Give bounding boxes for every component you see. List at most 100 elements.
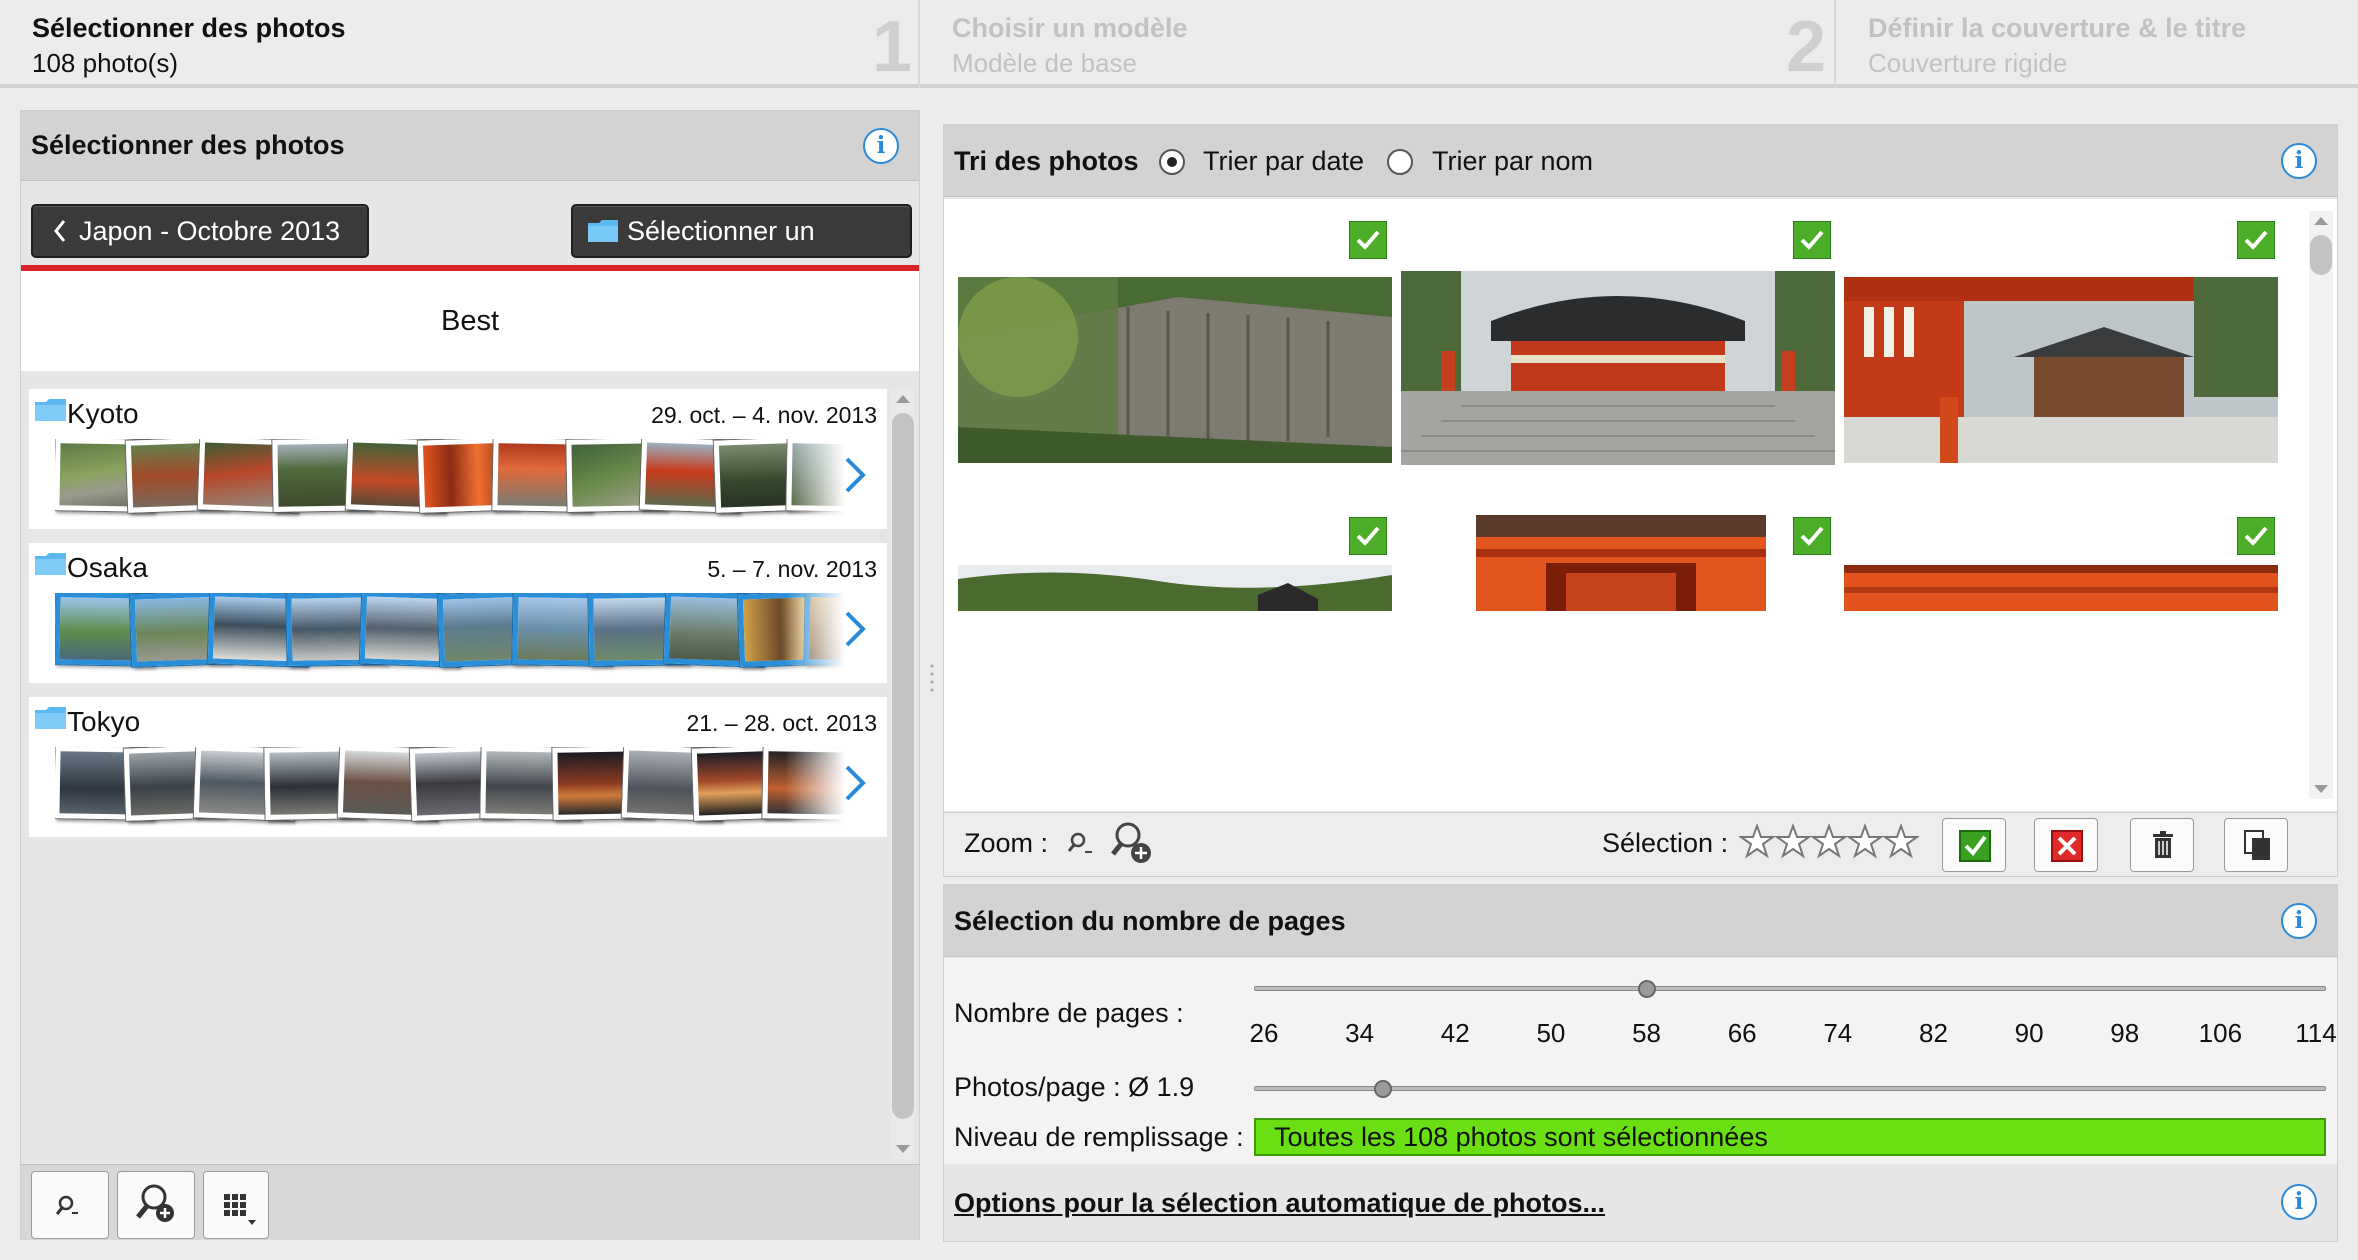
- star-icon[interactable]: [1739, 823, 1919, 859]
- step-title: Définir la couverture & le titre: [1868, 13, 2247, 43]
- album-row-osaka[interactable]: Osaka 5. – 7. nov. 2013: [29, 543, 887, 683]
- sort-by-name-label: Trier par nom: [1432, 146, 1594, 176]
- pages-tick-label: 98: [2110, 1018, 2140, 1048]
- step-cover-title[interactable]: Définir la couverture & le titre Couvert…: [1836, 0, 2358, 88]
- scroll-up-icon[interactable]: [896, 395, 910, 403]
- panel-header: Sélectionner des photos i: [21, 111, 919, 181]
- back-button-label: Japon - Octobre 2013: [79, 216, 341, 246]
- strip-fade: [785, 439, 845, 521]
- scroll-up-icon[interactable]: [2314, 217, 2328, 225]
- select-all-button[interactable]: [1942, 818, 2006, 872]
- checkmark-icon: [2244, 230, 2268, 250]
- step-number: 1: [872, 7, 913, 87]
- zoom-in-icon[interactable]: [1108, 819, 1158, 869]
- pages-tick-label: 106: [2198, 1018, 2243, 1048]
- star-rating[interactable]: [1739, 823, 1919, 863]
- panel-header: Tri des photos Trier par date Trier par …: [944, 125, 2337, 197]
- photo-selected-checkbox[interactable]: [1793, 517, 1831, 555]
- deselect-all-button[interactable]: [2034, 818, 2098, 872]
- photo-selected-checkbox[interactable]: [1793, 221, 1831, 259]
- pages-slider-handle[interactable]: [1637, 980, 1656, 998]
- zoom-in-icon: [136, 1184, 174, 1222]
- sort-by-date-radio[interactable]: [1159, 149, 1185, 175]
- step-title: Choisir un modèle: [952, 13, 1188, 43]
- pages-title: Sélection du nombre de pages: [954, 906, 1346, 936]
- auto-select-options-link[interactable]: Options pour la sélection automatique de…: [954, 1188, 1605, 1219]
- folder-icon: [35, 553, 66, 575]
- zoom-out-icon[interactable]: [1064, 828, 1098, 862]
- chevron-right-icon[interactable]: [843, 763, 867, 803]
- sort-by-name-radio[interactable]: [1387, 149, 1413, 175]
- zoom-out-icon: [55, 1195, 78, 1215]
- photo-sort-panel: Tri des photos Trier par date Trier par …: [943, 124, 2338, 877]
- photo-thumbnail[interactable]: [958, 565, 1392, 611]
- photo-selected-checkbox[interactable]: [2237, 221, 2275, 259]
- info-icon[interactable]: i: [2281, 903, 2317, 939]
- album-dates: 29. oct. – 4. nov. 2013: [651, 402, 877, 428]
- panel-header: Sélection du nombre de pages i: [944, 885, 2337, 957]
- back-to-album-button[interactable]: Japon - Octobre 2013: [31, 204, 369, 258]
- step-number: 2: [1786, 7, 1827, 87]
- chevron-right-icon[interactable]: [843, 609, 867, 649]
- panel-splitter[interactable]: [929, 660, 935, 700]
- album-row-kyoto[interactable]: Kyoto 29. oct. – 4. nov. 2013: [29, 389, 887, 529]
- album-toolbar: [21, 1164, 919, 1240]
- info-icon[interactable]: i: [863, 128, 899, 164]
- copy-button[interactable]: [2224, 818, 2288, 872]
- check-all-icon: [1959, 830, 1991, 862]
- scroll-down-icon[interactable]: [2314, 785, 2328, 793]
- zoom-label: Zoom :: [964, 828, 1049, 858]
- album-list-scrollbar[interactable]: [891, 389, 915, 1159]
- scrollbar-thumb[interactable]: [892, 413, 914, 1119]
- album-name: Tokyo: [67, 706, 141, 737]
- checkmark-icon: [2244, 526, 2268, 546]
- photo-thumbnail[interactable]: [1476, 515, 1766, 611]
- selection-label: Sélection :: [1602, 828, 1729, 858]
- album-name: Kyoto: [67, 398, 139, 429]
- pages-slider[interactable]: [1254, 986, 2326, 991]
- chevron-right-icon[interactable]: [843, 455, 867, 495]
- album-row-tokyo[interactable]: Tokyo 21. – 28. oct. 2013: [29, 697, 887, 837]
- chevron-left-icon: [54, 220, 66, 242]
- step-choose-template[interactable]: Choisir un modèle Modèle de base 2: [920, 0, 1836, 88]
- info-icon[interactable]: i: [2281, 1184, 2317, 1220]
- zoom-out-button[interactable]: [31, 1171, 109, 1239]
- album-thumbnail-strip: [55, 747, 845, 829]
- fill-level-status: Toutes les 108 photos sont sélectionnées: [1274, 1122, 1768, 1152]
- checkmark-icon: [1800, 526, 1824, 546]
- photo-toolbar: Zoom : Sélection :: [944, 812, 2337, 876]
- photo-grid-scrollbar[interactable]: [2309, 211, 2333, 799]
- section-label: Best: [21, 271, 919, 371]
- photo-selected-checkbox[interactable]: [2237, 517, 2275, 555]
- photo-selected-checkbox[interactable]: [1349, 517, 1387, 555]
- photos-per-page-slider-handle[interactable]: [1374, 1080, 1392, 1098]
- album-dates: 5. – 7. nov. 2013: [707, 556, 877, 582]
- pages-tick-label: 82: [1918, 1018, 1948, 1048]
- pages-label: Nombre de pages :: [954, 998, 1184, 1028]
- scroll-down-icon[interactable]: [896, 1145, 910, 1153]
- delete-button[interactable]: [2130, 818, 2194, 872]
- info-icon[interactable]: i: [2281, 143, 2317, 179]
- photo-selected-checkbox[interactable]: [1349, 221, 1387, 259]
- photo-thumbnail[interactable]: [1401, 271, 1835, 465]
- photo-thumbnail[interactable]: [958, 277, 1392, 463]
- select-file-button[interactable]: Sélectionner un fichier: [571, 204, 912, 296]
- zoom-in-button[interactable]: [117, 1171, 195, 1239]
- sort-by-date-label: Trier par date: [1203, 146, 1365, 176]
- pages-tick-label: 58: [1632, 1018, 1661, 1048]
- photo-grid: [944, 199, 2337, 811]
- photo-thumbnail[interactable]: [1844, 565, 2278, 611]
- photos-per-page-slider[interactable]: [1254, 1086, 2326, 1091]
- scrollbar-thumb[interactable]: [2310, 235, 2332, 275]
- step-select-photos[interactable]: Sélectionner des photos 108 photo(s) 1: [0, 0, 920, 88]
- photo-thumbnail[interactable]: [1844, 277, 2278, 463]
- view-mode-button[interactable]: [203, 1171, 269, 1239]
- album-name: Osaka: [67, 552, 148, 583]
- pages-tick-label: 42: [1440, 1018, 1470, 1048]
- pages-tick-label: 74: [1823, 1018, 1853, 1048]
- pages-tick-label: 66: [1727, 1018, 1757, 1048]
- photo-image: [1476, 515, 1766, 611]
- strip-fade: [785, 747, 845, 829]
- checkmark-icon: [1356, 230, 1380, 250]
- step-subtitle: 108 photo(s): [32, 48, 178, 78]
